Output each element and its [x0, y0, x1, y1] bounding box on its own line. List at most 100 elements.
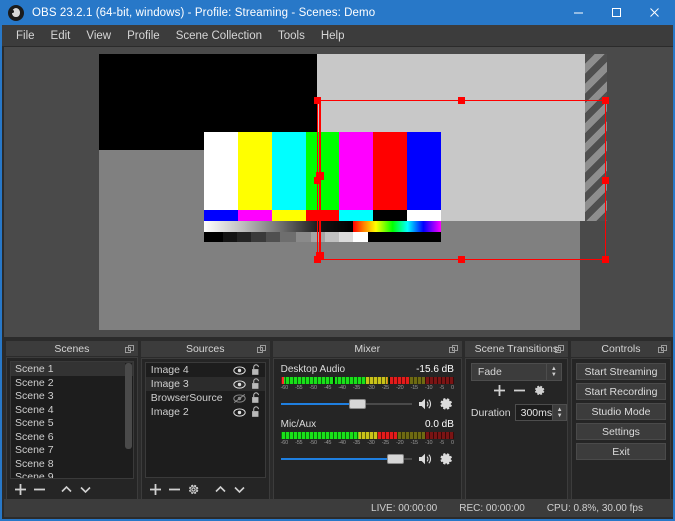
gear-icon[interactable]: [438, 396, 454, 412]
exit-button[interactable]: Exit: [575, 443, 666, 460]
source-list-item[interactable]: Image 3: [145, 377, 265, 391]
scene-list-item[interactable]: Scene 8: [11, 457, 133, 471]
volume-slider-mic-aux[interactable]: [280, 453, 412, 465]
settings-button[interactable]: Settings: [575, 423, 666, 440]
maximize-icon[interactable]: [597, 0, 635, 25]
mixer-channel-mic-aux: Mic/Aux 0.0 dB -60 -55 -50 -45 -40 -35 -30-…: [274, 414, 461, 469]
volume-slider-knob[interactable]: [348, 399, 366, 409]
source-name-label: Image 4: [150, 364, 189, 376]
crop-handle-upper[interactable]: [316, 172, 324, 180]
sources-dock-title: Sources: [140, 341, 270, 358]
audio-meter: [280, 377, 454, 384]
start-recording-button[interactable]: Start Recording: [575, 383, 666, 400]
scenes-list[interactable]: Scene 1 Scene 2 Scene 3 Scene 4 Scene 5 …: [10, 361, 134, 480]
add-source-icon[interactable]: [147, 481, 164, 498]
transition-select[interactable]: Fade ▲ ▼: [470, 363, 562, 381]
float-dock-icon[interactable]: [448, 345, 458, 354]
start-streaming-button[interactable]: Start Streaming: [575, 363, 666, 380]
rainbow-gradient: [353, 221, 441, 232]
source-list-item[interactable]: Image 2: [146, 405, 265, 419]
remove-source-icon[interactable]: [166, 481, 183, 498]
move-scene-up-icon[interactable]: [58, 481, 75, 498]
transitions-dock-title: Scene Transitions: [464, 341, 568, 358]
obs-logo-icon: [8, 4, 24, 21]
eye-icon[interactable]: [232, 379, 246, 390]
volume-slider-desktop-audio[interactable]: [280, 398, 412, 410]
duration-value: 300ms: [520, 406, 553, 419]
float-dock-icon[interactable]: [658, 345, 667, 354]
eye-icon[interactable]: [232, 365, 246, 376]
test-pattern-step-wedge: [204, 232, 441, 242]
sources-title-label: Sources: [185, 343, 225, 355]
dock-mixer: Mixer Desktop Audio -15.6 dB -60 -55 -50…: [272, 341, 462, 501]
float-dock-icon[interactable]: [124, 345, 134, 354]
unlock-icon[interactable]: [251, 364, 261, 376]
scenes-dock-title: Scenes: [6, 341, 138, 358]
spinbox-arrows-icon[interactable]: ▲ ▼: [552, 405, 567, 420]
source-list-item[interactable]: Image 4: [146, 363, 265, 377]
menu-profile[interactable]: Profile: [119, 27, 168, 45]
audio-meter-scale: -60 -55 -50 -45 -40 -35 -30 -25 -20 -15 -10 -5…: [280, 440, 454, 446]
remove-scene-icon[interactable]: [31, 481, 48, 498]
menu-help[interactable]: Help: [313, 27, 353, 45]
menu-scene-collection[interactable]: Scene Collection: [168, 27, 270, 45]
chevron-updown-icon[interactable]: ▲ ▼: [545, 364, 561, 380]
mixer-channel-name: Desktop Audio: [280, 364, 346, 375]
unlock-icon[interactable]: [251, 378, 261, 390]
resize-handle-bottom-right[interactable]: [602, 256, 609, 263]
scene-list-item[interactable]: Scene 6: [11, 430, 133, 444]
test-pattern: [204, 132, 442, 242]
scenes-dock-body: Scene 1 Scene 2 Scene 3 Scene 4 Scene 5 …: [6, 357, 138, 501]
remove-transition-icon[interactable]: [513, 384, 526, 402]
preview-canvas[interactable]: [99, 54, 607, 330]
close-icon[interactable]: [635, 0, 673, 25]
menu-tools[interactable]: Tools: [270, 27, 313, 45]
speaker-icon[interactable]: [417, 451, 433, 467]
scenes-scrollbar-thumb[interactable]: [124, 363, 132, 450]
menu-view[interactable]: View: [78, 27, 119, 45]
minimize-icon[interactable]: [559, 0, 597, 25]
scene-list-item[interactable]: Scene 7: [11, 443, 133, 457]
scene-list-item[interactable]: Scene 3: [11, 389, 133, 403]
source-name-label: BrowserSource: [150, 392, 223, 404]
source-properties-icon[interactable]: [185, 481, 202, 498]
move-source-down-icon[interactable]: [231, 481, 248, 498]
sources-dock-body: Image 4 Image 3 BrowserSource Image 2: [140, 358, 270, 501]
transition-buttons: [471, 381, 562, 404]
scenes-scrollbar[interactable]: [124, 363, 132, 478]
add-scene-icon[interactable]: [12, 481, 29, 498]
source-hatch-pattern: [585, 54, 607, 221]
unlock-icon[interactable]: [251, 392, 261, 404]
test-pattern-main-bars: [204, 132, 442, 210]
scene-list-item[interactable]: Scene 1: [11, 362, 133, 376]
gear-icon[interactable]: [438, 451, 454, 467]
float-dock-icon[interactable]: [256, 345, 266, 354]
menu-edit[interactable]: Edit: [43, 27, 79, 45]
scene-list-item[interactable]: Scene 5: [11, 416, 133, 430]
move-source-up-icon[interactable]: [212, 481, 229, 498]
volume-slider-knob[interactable]: [387, 454, 405, 464]
sources-list[interactable]: Image 4 Image 3 BrowserSource Image 2: [144, 362, 266, 478]
studio-mode-button[interactable]: Studio Mode: [575, 403, 666, 420]
source-list-item[interactable]: BrowserSource: [146, 391, 265, 405]
unlock-icon[interactable]: [251, 406, 261, 418]
speaker-icon[interactable]: [417, 396, 433, 412]
transition-selected-value: Fade: [477, 366, 502, 378]
scene-list-item[interactable]: Scene 9: [11, 470, 133, 478]
eye-hidden-icon[interactable]: [232, 393, 246, 404]
duration-spinbox[interactable]: 300ms ▲ ▼: [514, 404, 567, 421]
move-scene-down-icon[interactable]: [77, 481, 94, 498]
dock-scene-transitions: Scene Transitions Fade ▲ ▼ Duration 300m…: [464, 341, 568, 501]
status-cpu-fps: CPU: 0.8%, 30.00 fps: [546, 502, 643, 514]
add-transition-icon[interactable]: [493, 384, 506, 402]
crop-handle-lower[interactable]: [316, 252, 324, 260]
scene-list-item[interactable]: Scene 2: [11, 376, 133, 390]
eye-icon[interactable]: [232, 407, 246, 418]
transition-properties-icon[interactable]: [533, 384, 546, 402]
mixer-channel-level: -15.6 dB: [416, 364, 454, 375]
menu-file[interactable]: File: [8, 27, 43, 45]
scene-list-item[interactable]: Scene 4: [11, 403, 133, 417]
sources-toolbar: [142, 478, 269, 500]
dock-controls: Controls Start Streaming Start Recording…: [570, 341, 671, 501]
preview-area[interactable]: [4, 47, 673, 337]
